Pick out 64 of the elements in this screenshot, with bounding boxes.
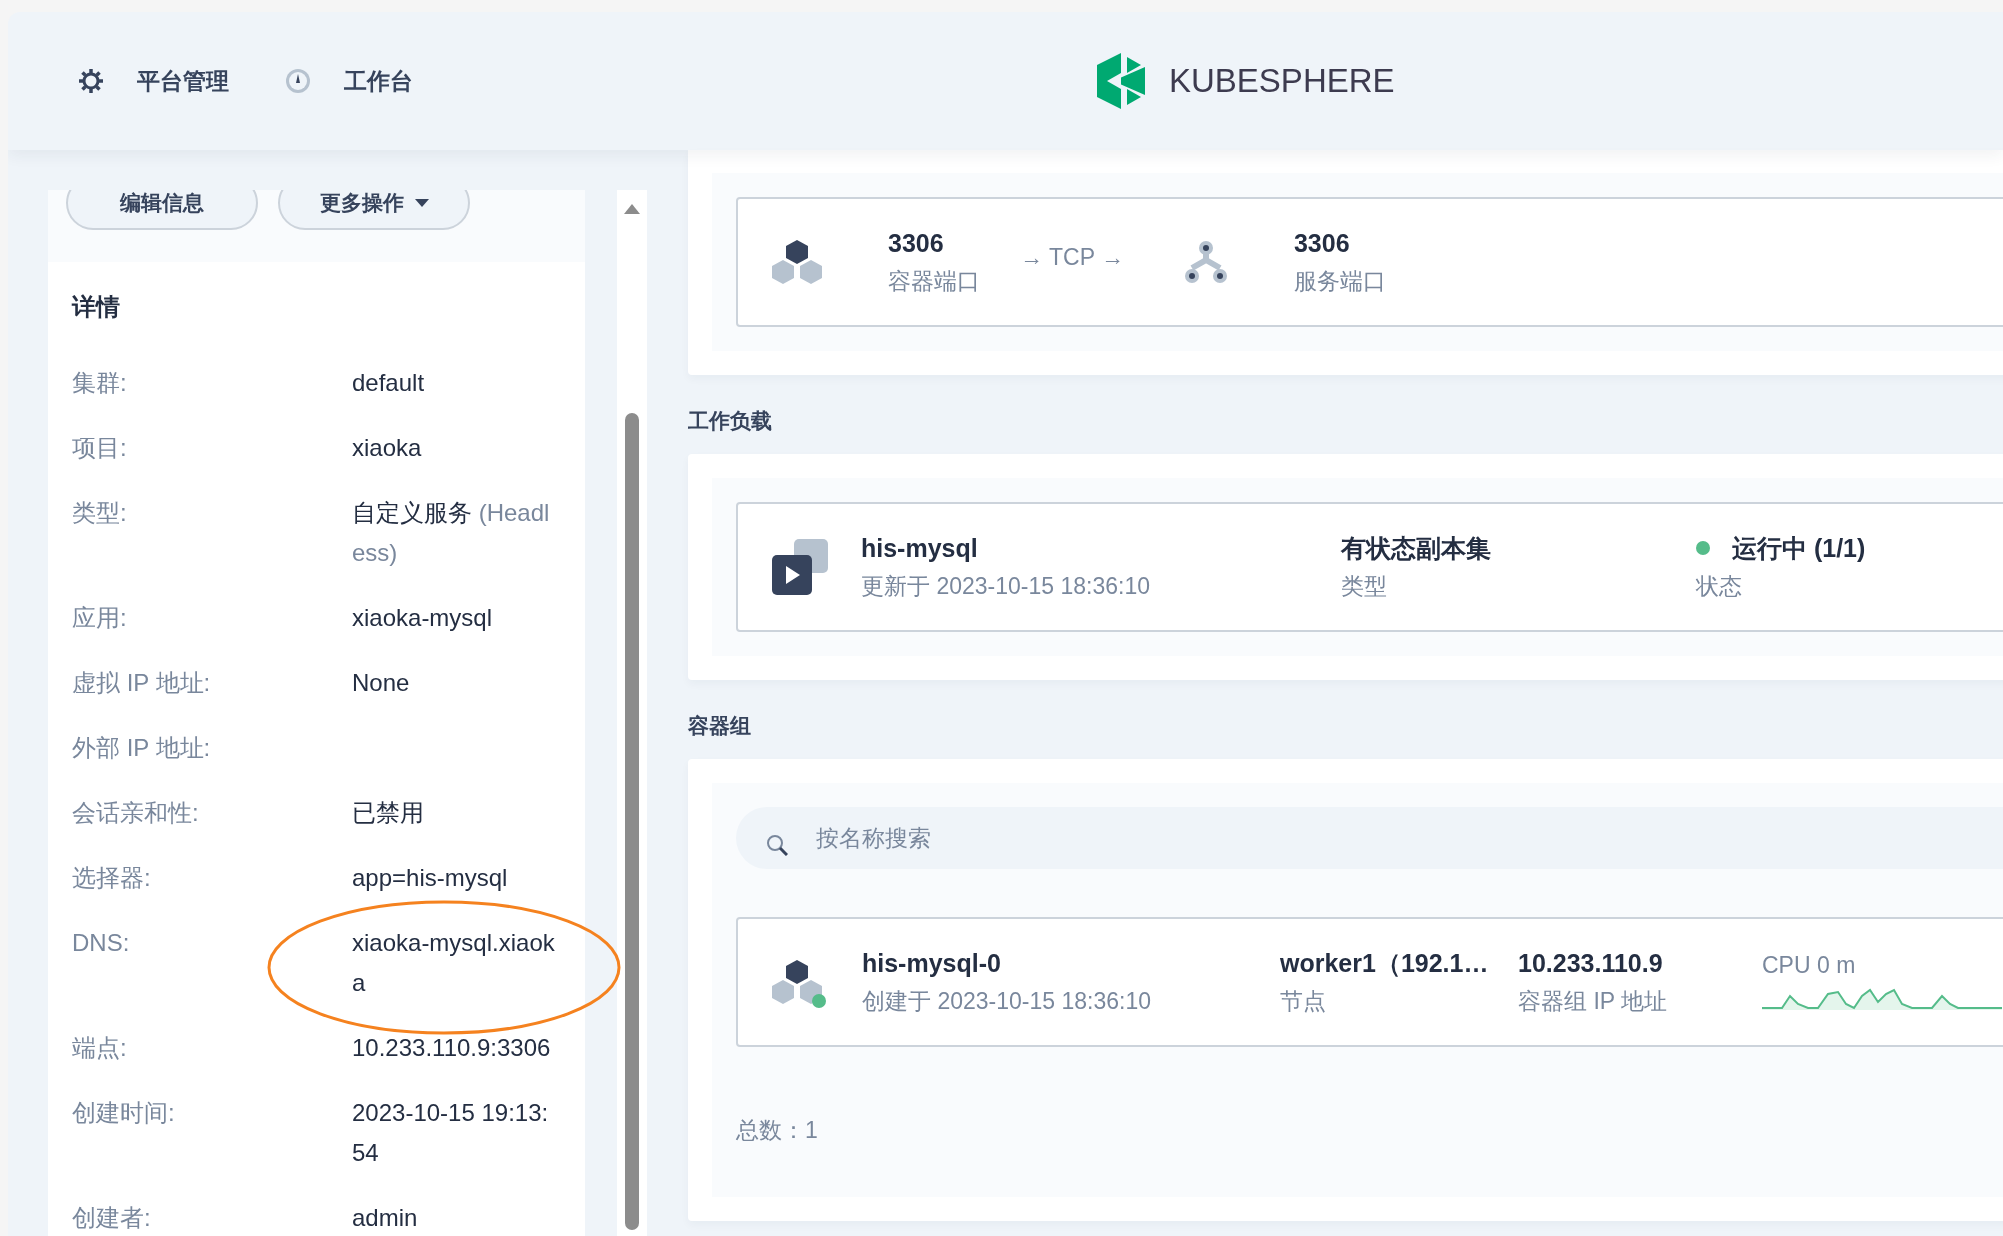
status-label: 状态 (1696, 572, 1743, 601)
ip-label: 容器组 IP 地址 (1518, 987, 1669, 1016)
action-button[interactable]: 编辑信息 (66, 190, 258, 230)
field-label: 类型: (72, 497, 128, 528)
field-label: DNS: (72, 927, 131, 958)
section-title: 工作负载 (688, 408, 773, 434)
field-value: app=his-mysql (352, 862, 509, 893)
type-label: 类型 (1341, 572, 1388, 601)
field-label: 应用: (72, 602, 128, 633)
scrollbar-thumb[interactable] (625, 413, 639, 1230)
protocol-label: → TCP → (1020, 243, 1124, 272)
field-value: 已禁用 (352, 797, 425, 828)
field-value: 10.233.110.9:3306 (352, 1032, 552, 1063)
port-number: 3306 (1293, 228, 1351, 259)
scroll-up-icon[interactable] (624, 204, 640, 214)
search-field[interactable]: 按名称搜索 (736, 807, 2003, 869)
branch-icon (1183, 240, 1228, 284)
workload-item[interactable]: his-mysql 更新于 2023-10-15 18:36:10 有状态副本集 类型 运行中 (1/1) 状态 (736, 502, 2003, 632)
field-label: 端点: (72, 1032, 128, 1063)
node-name: worker1（192.1… (1280, 948, 1490, 979)
field-value: xiaoka-mysql (352, 602, 494, 633)
hexagons-icon (772, 240, 822, 284)
status-text: 运行中 (1/1) (1732, 533, 1866, 564)
hexagons-icon (772, 960, 822, 1004)
node-label: 节点 (1280, 987, 1327, 1016)
scrollbar[interactable] (617, 190, 647, 1236)
field-label: 虚拟 IP 地址: (72, 667, 212, 698)
pod-item[interactable]: his-mysql-0 创建于 2023-10-15 18:36:10 worker1（192.1… 节点 10.233.110.9 容器组 IP 地址 CPU 0 m (736, 917, 2003, 1047)
nav-link[interactable]: 工作台 (344, 63, 413, 99)
workload-type: 有状态副本集 (1341, 533, 1492, 564)
create-time: 创建于 2023-10-15 18:36:10 (862, 987, 1152, 1016)
field-value: 2023-10-15 19:13:54 (352, 1097, 550, 1168)
field-label: 会话亲和性: (72, 797, 200, 828)
field-label: 创建时间: (72, 1097, 176, 1128)
port-number: 3306 (888, 228, 945, 259)
pod-name: his-mysql-0 (862, 948, 1002, 979)
section-title: 容器组 (688, 713, 752, 739)
port-label: 容器端口 (888, 267, 980, 296)
field-value: admin (352, 1202, 419, 1233)
port-label: 服务端口 (1293, 267, 1386, 296)
update-time: 更新于 2023-10-15 18:36:10 (861, 572, 1151, 601)
field-label: 选择器: (72, 862, 152, 893)
field-value: default (352, 367, 426, 398)
logo-text: KUBESPHERE (1169, 61, 1395, 102)
search-icon (766, 834, 788, 857)
field-label: 集群: (72, 367, 128, 398)
pod-ip: 10.233.110.9 (1518, 948, 1664, 979)
total-count: 总数：1 (736, 1116, 819, 1145)
field-value: xiaoka-mysql.xiaoka (352, 927, 556, 998)
workload-icon (772, 539, 828, 595)
workload-name: his-mysql (861, 533, 979, 564)
field-label: 创建者: (72, 1202, 152, 1233)
gauge-icon (285, 68, 311, 94)
field-value: xiaoka (352, 432, 423, 463)
field-label: 外部 IP 地址: (72, 732, 212, 763)
logo-icon (1097, 53, 1147, 109)
field-value: None (352, 667, 411, 698)
nav-link[interactable]: 平台管理 (137, 63, 229, 99)
gear-icon (78, 68, 104, 94)
cpu-label: CPU 0 m (1762, 950, 1857, 980)
field-value: 自定义服务 (Headless) (352, 497, 551, 568)
section-title: 详情 (72, 292, 121, 322)
action-button[interactable]: 更多操作 (278, 190, 470, 230)
field-label: 项目: (72, 432, 128, 463)
